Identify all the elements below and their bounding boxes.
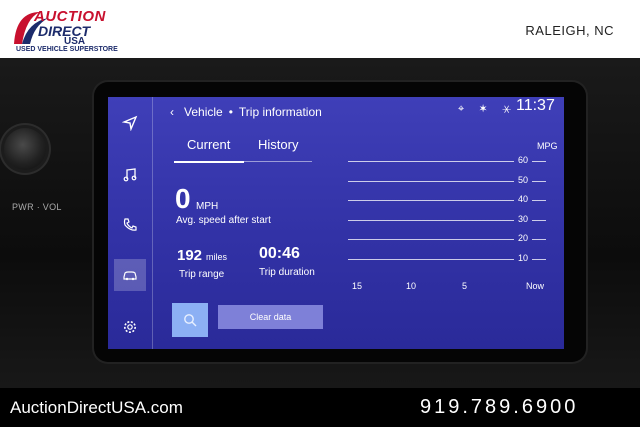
tab-current[interactable]: Current bbox=[187, 137, 230, 152]
trip-range-unit: miles bbox=[206, 252, 228, 262]
chart-x-tick-label: 15 bbox=[352, 281, 363, 291]
dealer-location: RALEIGH, NC bbox=[525, 23, 614, 38]
avg-speed-label: Avg. speed after start bbox=[176, 215, 271, 226]
trip-duration-label: Trip duration bbox=[259, 267, 315, 278]
chart-gridline-tick bbox=[532, 219, 546, 221]
breadcrumb-separator: • bbox=[228, 105, 233, 119]
avg-speed-value: 0 bbox=[175, 183, 191, 214]
dealer-website[interactable]: AuctionDirectUSA.com bbox=[10, 398, 183, 418]
chart-x-tick-label: Now bbox=[526, 281, 545, 291]
chart-gridline-tick bbox=[532, 180, 546, 182]
chart-gridline bbox=[348, 219, 514, 221]
back-button[interactable]: ‹ bbox=[170, 105, 174, 119]
clock: 11:37 bbox=[516, 97, 555, 114]
clear-data-button[interactable]: Clear data bbox=[218, 305, 323, 329]
trip-range-value: 192 bbox=[177, 247, 203, 264]
status-icons: ⌖ ✶ ⚹ bbox=[458, 103, 518, 115]
dealer-phone[interactable]: 919.789.6900 bbox=[420, 396, 578, 419]
breadcrumb-trip-information: Trip information bbox=[238, 105, 322, 119]
chart-gridline bbox=[348, 239, 514, 240]
chart-y-tick-label: 30 bbox=[518, 213, 529, 224]
chart-gridline-tick bbox=[532, 161, 546, 162]
avg-speed-unit: MPH bbox=[196, 201, 219, 212]
tab-current-underline bbox=[174, 161, 244, 163]
chart-gridline bbox=[348, 180, 514, 182]
chart-y-tick-label: 40 bbox=[518, 194, 529, 204]
chart-y-unit: MPG bbox=[537, 141, 558, 151]
chart-gridline bbox=[348, 161, 514, 162]
settings-icon bbox=[124, 321, 136, 333]
dealer-banner: AUCTION DIRECT USA USED VEHICLE SUPERSTO… bbox=[0, 0, 640, 58]
sidebar-item-phone[interactable] bbox=[114, 209, 146, 241]
tab-history[interactable]: History bbox=[258, 137, 298, 152]
power-volume-label: PWR · VOL bbox=[12, 202, 62, 212]
logo-tagline: USED VEHICLE SUPERSTORE bbox=[16, 46, 118, 53]
tab-divider-line bbox=[244, 161, 312, 162]
chart-y-tick-label: 50 bbox=[518, 174, 529, 185]
chart-gridline-tick bbox=[532, 200, 546, 201]
music-icon bbox=[123, 168, 137, 182]
chart-x-tick-label: 10 bbox=[406, 281, 417, 291]
power-volume-knob[interactable] bbox=[4, 128, 46, 170]
sidebar-item-settings[interactable] bbox=[114, 311, 146, 343]
breadcrumb-vehicle[interactable]: Vehicle bbox=[184, 105, 223, 119]
sidebar-item-music[interactable] bbox=[114, 159, 146, 191]
vehicle-icon bbox=[123, 271, 137, 281]
chart-gridline bbox=[348, 258, 514, 260]
chart-y-tick-label: 20 bbox=[518, 233, 529, 243]
mpg-chart: MPG 60 50 40 30 20 10 15 10 5 Now bbox=[344, 137, 562, 297]
trip-duration-value: 00:46 bbox=[259, 245, 300, 262]
navigation-icon bbox=[122, 115, 138, 131]
phone-icon bbox=[123, 218, 137, 231]
chart-gridline-tick bbox=[532, 258, 546, 260]
chart-y-tick-label: 60 bbox=[518, 155, 529, 165]
breadcrumb: ‹ Vehicle • Trip information bbox=[170, 105, 322, 119]
chart-x-tick-label: 5 bbox=[462, 281, 468, 291]
trip-range-label: Trip range bbox=[179, 269, 225, 280]
sidebar-item-vehicle[interactable] bbox=[114, 259, 146, 291]
chart-y-tick-label: 10 bbox=[518, 252, 529, 263]
sidebar bbox=[108, 97, 153, 349]
sidebar-item-navigation[interactable] bbox=[114, 107, 146, 139]
search-button[interactable] bbox=[172, 303, 208, 337]
infotainment-screen: ‹ Vehicle • Trip information ⌖ ✶ ⚹ 11:37 Cu… bbox=[108, 97, 564, 349]
search-icon bbox=[184, 314, 197, 327]
chart-gridline-tick bbox=[532, 239, 546, 240]
chart-gridline bbox=[348, 200, 514, 201]
dealer-logo: AUCTION DIRECT USA USED VEHICLE SUPERSTO… bbox=[10, 6, 140, 54]
